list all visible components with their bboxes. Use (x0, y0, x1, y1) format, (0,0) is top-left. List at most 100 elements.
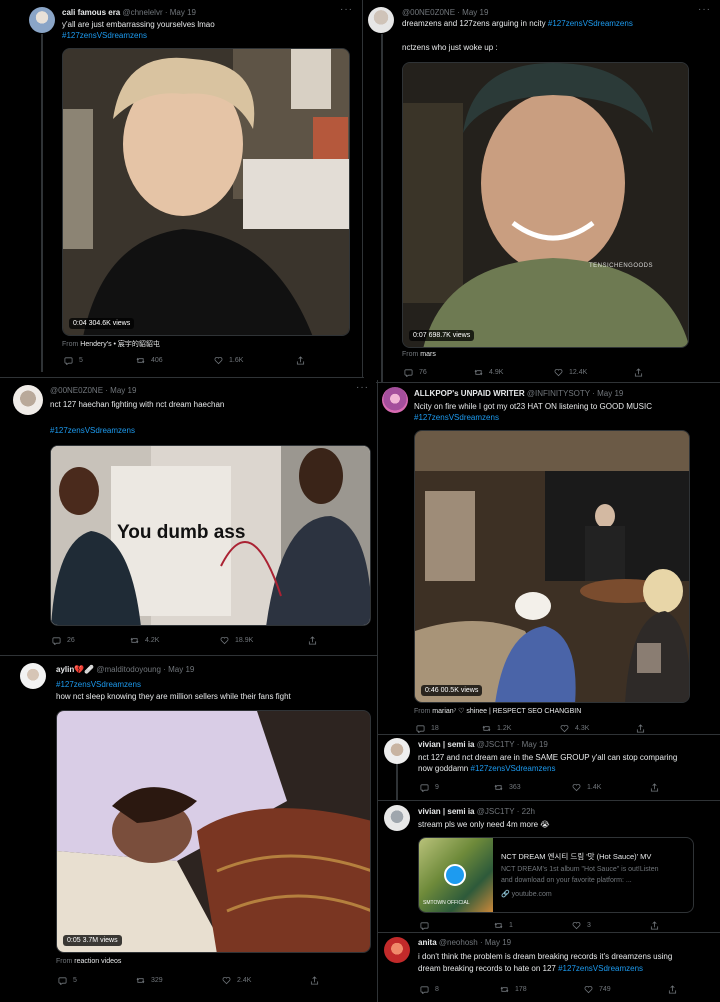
avatar[interactable] (382, 387, 408, 413)
avatar[interactable] (384, 937, 410, 963)
video-views: 304.6K views (88, 320, 131, 327)
more-icon[interactable]: ··· (340, 4, 353, 15)
tweet-card[interactable]: ALLKPOP's UNPAID WRITER @INFINITYSOTY · … (378, 383, 720, 738)
reply-button[interactable]: 5 (64, 356, 83, 365)
video-source[interactable]: From Hendery's • 宸宇的貂貂屯 (62, 339, 160, 349)
author-handle[interactable]: @chnelelvr (122, 8, 162, 17)
share-button[interactable] (310, 976, 319, 985)
like-button[interactable]: 3 (572, 921, 591, 930)
author-name[interactable]: vivian | semi ia (418, 807, 475, 816)
avatar[interactable] (368, 7, 394, 33)
video-player[interactable]: 0:46 00.5K views (414, 430, 690, 703)
author-name[interactable]: ALLKPOP's UNPAID WRITER (414, 389, 525, 398)
share-button[interactable] (308, 636, 317, 645)
like-button[interactable]: 749 (584, 985, 611, 994)
tweet-card[interactable]: anita @neohosh · May 19 i don't think th… (380, 933, 720, 1002)
tweet-date[interactable]: · May 19 (517, 740, 548, 749)
share-button[interactable] (634, 368, 643, 377)
video-player[interactable]: 0:05 3.7M views (56, 710, 371, 953)
hashtag-link[interactable]: #127zensVSdreamzens (548, 19, 633, 28)
hashtag-link[interactable]: #127zensVSdreamzens (558, 964, 643, 973)
author-name[interactable]: cali famous era (62, 8, 120, 17)
share-button[interactable] (296, 356, 305, 365)
hashtag-link[interactable]: #127zensVSdreamzens (414, 412, 499, 424)
author-handle[interactable]: @JSC1TY (477, 740, 515, 749)
from-source[interactable]: reaction videos (74, 958, 121, 965)
author-handle[interactable]: @00NE0Z0NE (402, 8, 455, 17)
tweet-date[interactable]: · May 19 (105, 386, 136, 395)
video-player[interactable]: 0:04 304.6K views (62, 48, 350, 336)
retweet-button[interactable]: 406 (136, 356, 163, 365)
retweet-button[interactable]: 178 (500, 985, 527, 994)
from-source[interactable]: mars (420, 351, 436, 358)
avatar[interactable] (384, 805, 410, 831)
like-button[interactable]: 2.4K (222, 976, 251, 985)
author-handle[interactable]: @JSC1TY (477, 807, 515, 816)
share-button[interactable] (668, 985, 677, 994)
tweet-card[interactable]: vivian | semi ia @JSC1TY · 22h stream pl… (380, 801, 720, 931)
video-source[interactable]: From marian⁷ ♡ shinee | RESPECT SEO CHAN… (414, 707, 581, 715)
share-button[interactable] (650, 783, 659, 792)
video-source[interactable]: From mars (402, 351, 436, 358)
tweet-card[interactable]: cali famous era @chnelelvr · May 19 ··· … (0, 0, 360, 372)
more-icon[interactable]: ··· (356, 382, 369, 393)
avatar[interactable] (29, 7, 55, 33)
tweet-date[interactable]: · May 19 (592, 389, 623, 398)
avatar[interactable] (13, 385, 43, 415)
reply-button[interactable]: 76 (404, 368, 427, 377)
avatar[interactable] (20, 663, 46, 689)
hashtag-link[interactable]: #127zensVSdreamzens (62, 30, 147, 42)
retweet-button[interactable]: 4.9K (474, 368, 503, 377)
retweet-button[interactable]: 329 (136, 976, 163, 985)
like-button[interactable]: 12.4K (554, 368, 587, 377)
link-preview-card[interactable]: SMTOWN OFFICIAL NCT DREAM 엔시티 드림 '맛 (Hot… (418, 837, 694, 913)
retweet-button[interactable]: 1.2K (482, 724, 511, 733)
reply-button[interactable]: 8 (420, 985, 439, 994)
more-icon[interactable]: ··· (698, 4, 711, 15)
share-button[interactable] (650, 921, 659, 930)
author-handle[interactable]: @neohosh (439, 938, 478, 947)
tweet-date[interactable]: · May 19 (165, 8, 196, 17)
play-icon[interactable] (444, 864, 466, 886)
retweet-icon (494, 921, 503, 930)
share-button[interactable] (636, 724, 645, 733)
tweet-date[interactable]: · May 19 (163, 665, 194, 674)
tweet-text: i don't think the problem is dream break… (418, 952, 673, 961)
hashtag-link[interactable]: #127zensVSdreamzens (50, 425, 135, 437)
hashtag-link[interactable]: #127zensVSdreamzens (471, 764, 556, 773)
tweet-date[interactable]: · 22h (517, 807, 535, 816)
avatar[interactable] (384, 738, 410, 764)
reply-button[interactable]: 18 (416, 724, 439, 733)
like-button[interactable]: 1.6K (214, 356, 243, 365)
hashtag-link[interactable]: #127zensVSdreamzens (56, 679, 141, 691)
card-link[interactable]: 🔗 youtube.com (501, 890, 552, 898)
from-source[interactable]: marian⁷ ♡ shinee | RESPECT SEO CHANGBIN (432, 708, 581, 715)
author-handle[interactable]: @malditodoyoung (96, 665, 161, 674)
retweet-button[interactable]: 1 (494, 921, 513, 930)
author-name[interactable]: anita (418, 938, 437, 947)
reply-button[interactable]: 9 (420, 783, 439, 792)
author-name[interactable]: aylin💔🩹 (56, 665, 94, 674)
share-icon (296, 356, 305, 365)
retweet-button[interactable]: 363 (494, 783, 521, 792)
like-button[interactable]: 18.9K (220, 636, 253, 645)
reply-button[interactable] (420, 921, 435, 930)
video-source[interactable]: From reaction videos (56, 958, 121, 965)
reply-button[interactable]: 5 (58, 976, 77, 985)
reply-button[interactable]: 26 (52, 636, 75, 645)
tweet-card[interactable]: @00NE0Z0NE · May 19 ··· nct 127 haechan … (0, 378, 378, 654)
from-source[interactable]: Hendery's • 宸宇的貂貂屯 (80, 341, 160, 348)
retweet-button[interactable]: 4.2K (130, 636, 159, 645)
author-handle[interactable]: @00NE0Z0NE (50, 386, 103, 395)
like-button[interactable]: 1.4K (572, 783, 601, 792)
like-button[interactable]: 4.3K (560, 724, 589, 733)
video-player[interactable]: TENSICHENGOODS 0:07 698.7K views (402, 62, 689, 348)
tweet-card[interactable]: aylin💔🩹 @malditodoyoung · May 19 #127zen… (10, 657, 378, 1002)
gif-player[interactable]: You dumb ass (50, 445, 371, 626)
author-handle[interactable]: @INFINITYSOTY (527, 389, 590, 398)
tweet-card[interactable]: @00NE0Z0NE · May 19 ··· dreamzens and 12… (364, 0, 720, 382)
tweet-date[interactable]: · May 19 (480, 938, 511, 947)
tweet-card[interactable]: vivian | semi ia @JSC1TY · May 19 nct 12… (380, 734, 720, 800)
author-name[interactable]: vivian | semi ia (418, 740, 475, 749)
tweet-date[interactable]: · May 19 (457, 8, 488, 17)
